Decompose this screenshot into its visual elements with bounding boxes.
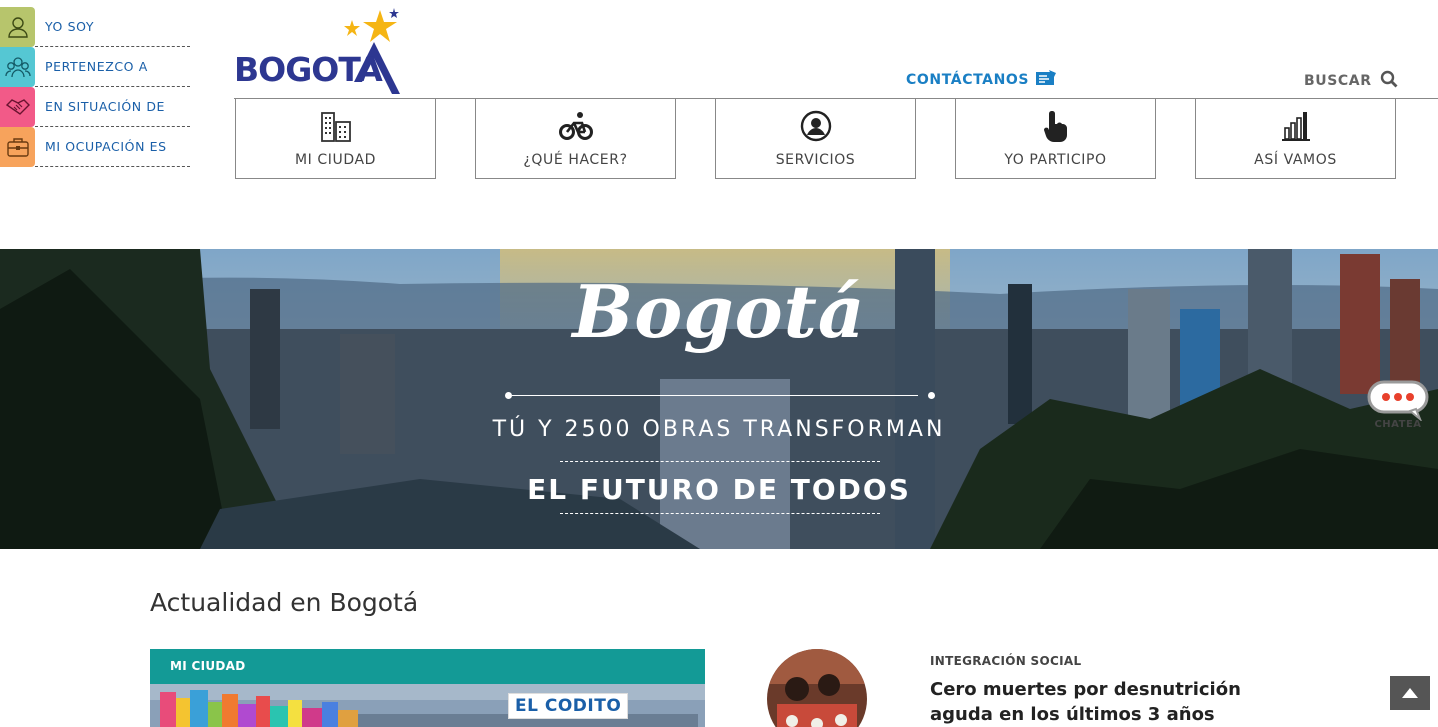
nav-item-label: ASÍ VAMOS bbox=[1254, 152, 1337, 168]
hero-dashed-rule-top bbox=[560, 461, 880, 462]
hero-dashed-rule-bottom bbox=[560, 513, 880, 514]
nav-item-que-hacer[interactable]: ¿QUÉ HACER? bbox=[475, 98, 676, 179]
contact-card-icon bbox=[1035, 69, 1057, 91]
image-tag: EL CODITO bbox=[508, 693, 629, 719]
side-item-label: PERTENEZCO A bbox=[35, 47, 190, 87]
side-item-pertenezco-a[interactable]: PERTENEZCO A bbox=[0, 47, 190, 87]
news-category: INTEGRACIÓN SOCIAL bbox=[930, 654, 1082, 668]
buildings-icon bbox=[319, 110, 353, 142]
person-icon bbox=[0, 7, 35, 47]
nav-item-asi-vamos[interactable]: ASÍ VAMOS bbox=[1195, 98, 1396, 179]
side-item-en-situacion-de[interactable]: EN SITUACIÓN DE bbox=[0, 87, 190, 127]
chat-button[interactable]: CHATEA bbox=[1366, 379, 1432, 439]
pointing-hand-icon bbox=[1043, 110, 1069, 142]
nav-item-label: MI CIUDAD bbox=[294, 152, 377, 168]
nav-item-label: YO PARTICIPO bbox=[1004, 152, 1107, 168]
chat-label: CHATEA bbox=[1374, 419, 1422, 430]
news-title-link[interactable]: Cero muertes por desnutrición aguda en l… bbox=[930, 677, 1290, 727]
briefcase-icon bbox=[0, 127, 35, 167]
nav-item-yo-participo[interactable]: YO PARTICIPO bbox=[955, 98, 1156, 179]
news-thumbnail[interactable] bbox=[767, 649, 867, 727]
nav-item-mi-ciudad[interactable]: MI CIUDAD bbox=[235, 98, 436, 179]
nav-item-servicios[interactable]: SERVICIOS bbox=[715, 98, 916, 179]
logo-text: BOGOTA bbox=[234, 50, 383, 89]
arrow-up-icon bbox=[1402, 688, 1418, 698]
featured-news-card[interactable]: MI CIUDAD EL CODITO bbox=[150, 649, 705, 727]
hero-rule bbox=[512, 395, 918, 396]
nav-item-label: SERVICIOS bbox=[775, 152, 856, 168]
hero-tagline: EL FUTURO DE TODOS bbox=[527, 473, 911, 506]
search-icon bbox=[1380, 70, 1398, 92]
scroll-to-top-button[interactable] bbox=[1390, 676, 1430, 710]
section-title: Actualidad en Bogotá bbox=[150, 588, 419, 617]
hero-subtitle: TÚ Y 2500 OBRAS TRANSFORMAN bbox=[492, 417, 946, 442]
side-item-yo-soy[interactable]: YO SOY bbox=[0, 7, 190, 47]
hero-rule-dot-right bbox=[928, 392, 935, 399]
handshake-icon bbox=[0, 87, 35, 127]
bicycle-icon bbox=[558, 110, 593, 142]
side-item-mi-ocupacion-es[interactable]: MI OCUPACIÓN ES bbox=[0, 127, 190, 167]
search-button[interactable]: BUSCAR bbox=[1304, 70, 1398, 92]
hero-banner: Bogotá TÚ Y 2500 OBRAS TRANSFORMAN EL FU… bbox=[0, 249, 1438, 549]
contact-label: CONTÁCTANOS bbox=[906, 72, 1030, 88]
nav-item-label: ¿QUÉ HACER? bbox=[523, 152, 628, 168]
hero-title: Bogotá bbox=[572, 269, 866, 354]
page: YO SOY PERTENEZCO A EN SITUACIÓN DE MI O… bbox=[0, 0, 1438, 727]
chat-bubble-icon bbox=[1367, 380, 1429, 423]
bar-chart-icon bbox=[1280, 110, 1312, 142]
side-item-label: YO SOY bbox=[35, 7, 190, 47]
hero-rule-dot-left bbox=[505, 392, 512, 399]
group-icon bbox=[0, 47, 35, 87]
bogota-logo[interactable]: BOGOTA bbox=[234, 6, 404, 96]
side-menu: YO SOY PERTENEZCO A EN SITUACIÓN DE MI O… bbox=[0, 7, 190, 167]
side-item-label: MI OCUPACIÓN ES bbox=[35, 127, 190, 167]
user-circle-icon bbox=[800, 110, 832, 142]
card-category: MI CIUDAD bbox=[150, 649, 705, 684]
search-label: BUSCAR bbox=[1304, 73, 1372, 89]
contact-link[interactable]: CONTÁCTANOS bbox=[906, 69, 1057, 91]
side-item-label: EN SITUACIÓN DE bbox=[35, 87, 190, 127]
